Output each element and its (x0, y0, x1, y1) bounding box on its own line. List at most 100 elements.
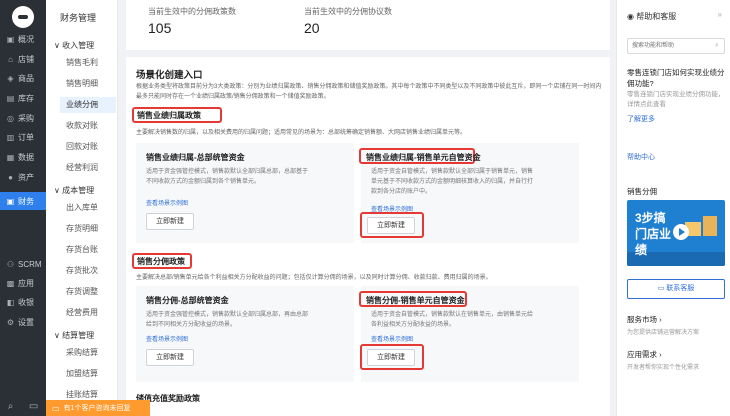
section-title-attribution: 销售业绩归属政策 (137, 111, 201, 120)
nav-icon: ⚇ (6, 259, 15, 269)
app-need-desc: 开发者帮你实现个性化需求 (627, 365, 700, 371)
nav-icon: ⌂ (8, 54, 13, 64)
nav-icon: ⚙ (6, 317, 15, 327)
option-card: 销售分佣-总部统管资金 适用于资金强管控模式，销售款默认全部归属总部，再由总部给… (136, 286, 354, 382)
nav-icon: ▣ (6, 196, 15, 206)
option-card: 销售分佣-销售单元自管资金 适用于资金自管模式，销售款默认在销售单元，由销售单元… (359, 286, 579, 382)
nav-item-label: 资产 (18, 172, 34, 182)
nav-item-label: 库存 (18, 93, 34, 103)
section-desc-commission: 主要解决总部/销售单元给各个利益相关方分配收益的问题；包括仅计算分佣的场景，以及… (136, 275, 492, 281)
app-need-link[interactable]: 应用需求 › (627, 349, 662, 360)
create-button[interactable]: 立即新建 (367, 217, 415, 234)
search-icon[interactable]: ⌕ (715, 42, 719, 50)
subnav-group[interactable]: ∨ 收入管理 (54, 40, 94, 51)
learn-more-link[interactable]: 了解更多 (627, 114, 655, 124)
option-title: 销售业绩归属-总部统管资金 (146, 153, 245, 162)
stat-value-policies: 105 (148, 20, 172, 36)
main-nav: ▣ 概况 ⌂ 店铺 ◈ 商品 ▤ 库存 ◎ 采购 ▥ 订单 ▦ 数据 ● 资产 ▣ 财务 ⚇ SCRM ▩ 应用 ◧ 收银 ⚙ 设… (0, 0, 46, 416)
option-card: 销售业绩归属-销售单元自管资金 适用于资金自管模式，销售款默认全部归属于销售单元… (359, 143, 579, 243)
option-text: 适用于资金强管控模式，销售款默认全部归属总部，再由总部给到不同相关方分配收益的场… (146, 312, 309, 328)
subnav-item[interactable]: 业绩分佣 (60, 97, 116, 113)
stat-label-policies: 当前生效中的分佣政策数 (148, 7, 236, 16)
subnav-item[interactable]: 出入库单 (66, 200, 116, 216)
create-button[interactable]: 立即新建 (367, 349, 415, 366)
help-search-input[interactable] (627, 38, 725, 54)
search-icon[interactable]: ⌕ (8, 401, 14, 412)
help-center-link[interactable]: 帮助中心 (627, 152, 655, 162)
create-button[interactable]: 立即新建 (146, 213, 194, 230)
chat-icon[interactable]: ▭ (29, 401, 38, 412)
location-icon: ◉ (627, 12, 634, 21)
option-text: 适用于资金强管控模式，销售款默认全部归属总部，总部基于不同收款方式的金额归属到各… (146, 169, 309, 185)
collapse-icon[interactable]: » (718, 10, 722, 19)
scene-entry-card: 场景化创建入口 根据业务类型将政策目前分为3大类政策：分别为业绩归属政策、销售分… (126, 57, 610, 416)
example-link[interactable]: 查看场景示例图 (146, 198, 188, 207)
section-title-commission: 销售分佣政策 (137, 257, 185, 266)
option-title: 销售分佣-总部统管资金 (146, 296, 229, 305)
subnav-item[interactable]: 销售毛利 (66, 55, 116, 71)
nav-item[interactable]: ▦ 数据 (0, 148, 46, 166)
avatar[interactable] (12, 6, 34, 28)
video-thumbnail[interactable]: 3步搞门店业绩 (627, 200, 725, 266)
unread-consult-toast[interactable]: ▭ 有1个客户咨询未回复 (46, 400, 150, 416)
nav-item[interactable]: ◧ 收银 (0, 293, 46, 311)
subnav-item[interactable]: 存货明细 (66, 221, 116, 237)
create-button[interactable]: 立即新建 (146, 349, 194, 366)
box-illustration (703, 216, 717, 236)
option-text: 适用于资金自管模式，销售款默认在销售单元，由销售单元给各利益相关方分配收益的场景… (371, 312, 534, 328)
nav-item[interactable]: ⚇ SCRM (0, 255, 46, 273)
nav-item[interactable]: ● 资产 (0, 168, 46, 186)
stat-value-agreements: 20 (304, 20, 320, 36)
nav-icon: ● (8, 172, 13, 182)
help-title-text: 帮助和客服 (636, 12, 677, 21)
subnav-item[interactable]: 销售明细 (66, 76, 116, 92)
subnav-item[interactable]: 加盟结算 (66, 366, 116, 382)
subnav-item[interactable]: 经营利润 (66, 160, 116, 176)
example-link[interactable]: 查看场景示例图 (146, 334, 188, 343)
nav-item-label: 财务 (18, 196, 34, 206)
help-title: ◉ 帮助和客服 (627, 11, 676, 22)
nav-item-label: 订单 (18, 132, 34, 142)
nav-item[interactable]: ◈ 商品 (0, 69, 46, 87)
stats-card: 当前生效中的分佣政策数 105 当前生效中的分佣协议数 20 (126, 0, 610, 50)
nav-icon: ▥ (6, 132, 15, 142)
nav-icon: ▤ (6, 93, 15, 103)
nav-item[interactable]: ⚙ 设置 (0, 313, 46, 331)
nav-item[interactable]: ⌂ 店铺 (0, 50, 46, 68)
subnav-item[interactable]: 经营费用 (66, 305, 116, 321)
play-icon[interactable] (673, 224, 689, 240)
help-answer: 零售连锁门店实现业绩分佣功能，详情点此查看 (627, 91, 725, 108)
subnav-item[interactable]: 存货批次 (66, 263, 116, 279)
nav-item-label: 设置 (18, 317, 34, 327)
subnav-group[interactable]: ∨ 成本管理 (54, 185, 94, 196)
service-market-link[interactable]: 服务市场 › (627, 314, 662, 325)
option-title: 销售业绩归属-销售单元自管资金 (366, 153, 481, 162)
video-title: 销售分佣 (627, 187, 657, 196)
nav-icon: ◈ (7, 73, 14, 83)
subnav-item[interactable]: 收款对账 (66, 118, 116, 134)
nav-item[interactable]: ▩ 应用 (0, 274, 46, 292)
nav-item-label: 数据 (18, 152, 34, 162)
nav-item[interactable]: ◎ 采购 (0, 109, 46, 127)
subnav-item[interactable]: 回款对账 (66, 139, 116, 155)
toast-text: 有1个客户咨询未回复 (63, 405, 131, 412)
section-desc-attribution: 主要解决销售数的归属，以及相关费用的归属问题；适用常见的场景为：总部统筹确定销售… (136, 130, 467, 136)
nav-icon: ◧ (6, 297, 15, 307)
example-link[interactable]: 查看场景示例图 (371, 334, 413, 343)
help-panel: ◉ 帮助和客服 » ⌕ 零售连锁门店如何实现业绩分佣功能? 零售连锁门店实现业绩… (616, 0, 730, 416)
nav-item[interactable]: ▥ 订单 (0, 128, 46, 146)
main-content: 当前生效中的分佣政策数 105 当前生效中的分佣协议数 20 场景化创建入口 根… (118, 0, 612, 416)
subnav-title: 财务管理 (60, 13, 97, 23)
help-question[interactable]: 零售连锁门店如何实现业绩分佣功能? (627, 67, 727, 89)
contact-service-button[interactable]: ▭ 联系客服 (627, 279, 725, 299)
subnav-group[interactable]: ∨ 结算管理 (54, 330, 94, 341)
subnav-item[interactable]: 存货调整 (66, 284, 116, 300)
subnav-item[interactable]: 存货台账 (66, 242, 116, 258)
nav-item[interactable]: ▣ 概况 (0, 30, 46, 48)
subnav-item[interactable]: 采购结算 (66, 345, 116, 361)
nav-item[interactable]: ▣ 财务 (0, 192, 46, 210)
nav-item-label: SCRM (18, 259, 42, 269)
nav-icon: ◎ (7, 113, 14, 123)
nav-item[interactable]: ▤ 库存 (0, 89, 46, 107)
scene-title: 场景化创建入口 (136, 70, 203, 81)
